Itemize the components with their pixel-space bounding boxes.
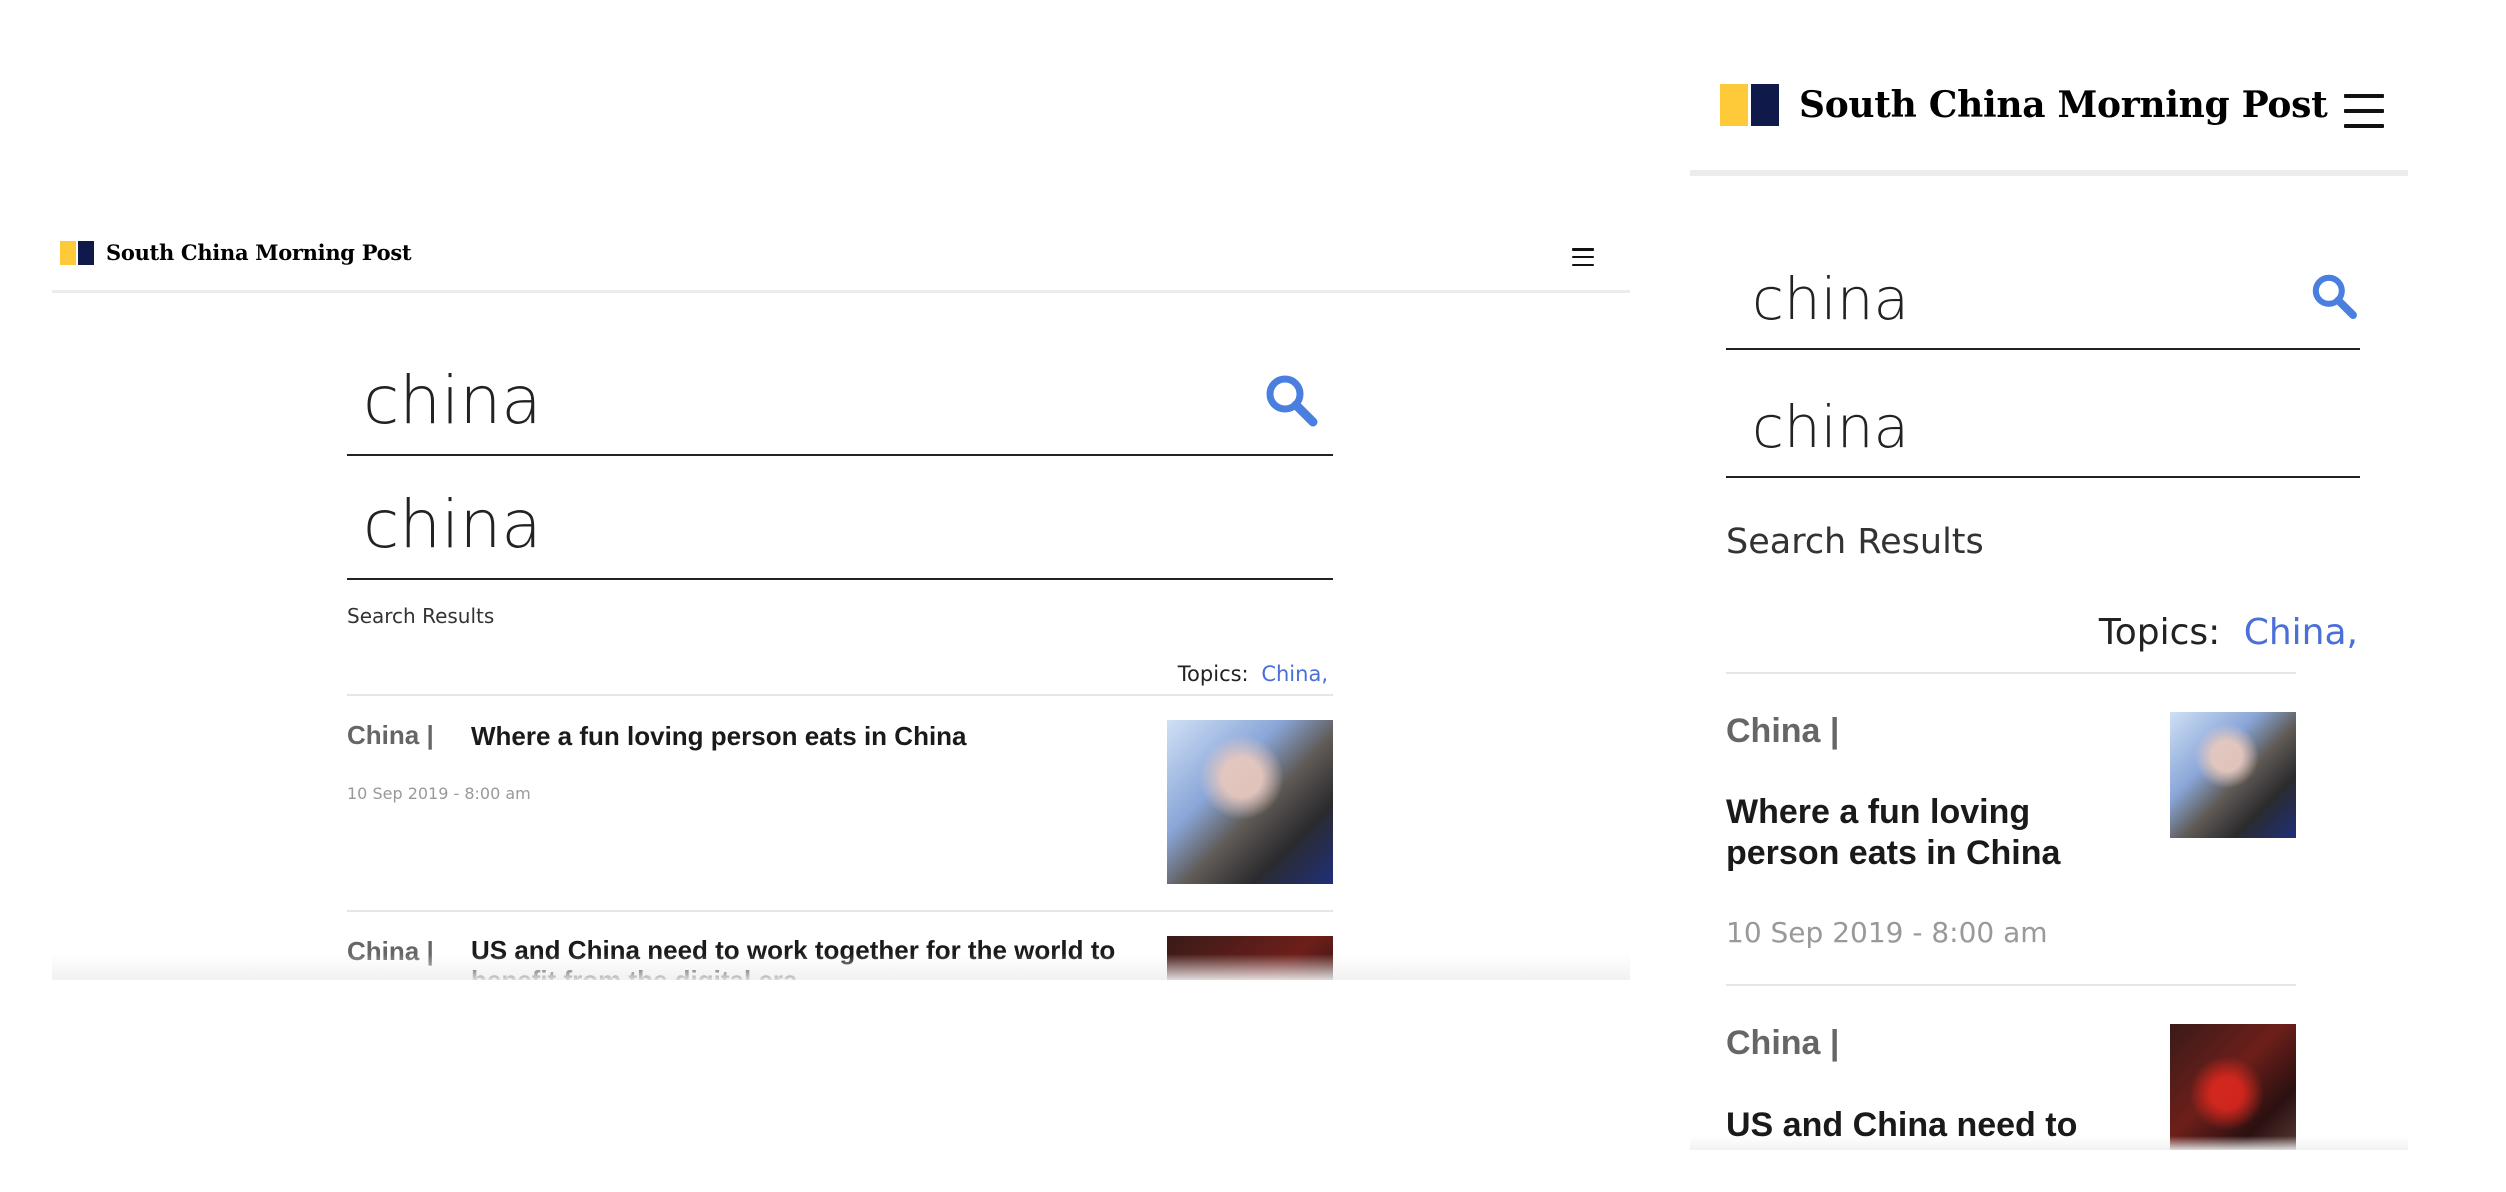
topics-divider: [347, 694, 1333, 696]
article-category[interactable]: China |: [1726, 712, 1839, 751]
topics-divider: [1726, 672, 2296, 674]
search-icon[interactable]: [1261, 370, 1321, 430]
article-date: 10 Sep 2019 - 8:00 am: [347, 784, 531, 803]
search-icon[interactable]: [2308, 270, 2360, 322]
site-logo[interactable]: South China Morning Post: [60, 240, 412, 265]
search-input[interactable]: [363, 366, 1243, 434]
article-thumbnail[interactable]: [2170, 1024, 2296, 1150]
secondary-search-input[interactable]: [1752, 394, 2332, 460]
article-category[interactable]: China |: [347, 720, 434, 751]
hamburger-menu-icon[interactable]: [2344, 94, 2384, 128]
brand-name: South China Morning Post: [1799, 84, 2328, 126]
topic-link-china[interactable]: China,: [2244, 612, 2358, 653]
article-item[interactable]: China | US and China need to work: [1726, 1024, 2296, 1150]
hamburger-menu-icon[interactable]: [1572, 248, 1594, 266]
mobile-view: South China Morning Post Search Results …: [1690, 56, 2408, 1150]
search-input[interactable]: [1752, 266, 2272, 332]
article-item[interactable]: China | Where a fun loving person eats i…: [347, 720, 1333, 886]
desktop-view: South China Morning Post Search Results …: [52, 218, 1630, 980]
site-header: South China Morning Post: [1690, 56, 2408, 176]
topic-link-china[interactable]: China,: [1261, 662, 1328, 686]
article-divider: [347, 910, 1333, 912]
site-logo[interactable]: South China Morning Post: [1720, 84, 2328, 126]
topics-row: Topics: China,: [2099, 612, 2358, 653]
search-results-label: Search Results: [1726, 522, 1984, 562]
secondary-search-field: [1726, 368, 2360, 478]
scroll-fade: [1690, 1136, 2408, 1150]
topics-row: Topics: China,: [1178, 662, 1328, 686]
secondary-search-input[interactable]: [363, 490, 1263, 558]
logo-yellow-square: [1720, 84, 1748, 126]
logo-yellow-square: [60, 240, 76, 265]
logo-navy-square: [78, 240, 94, 265]
article-title[interactable]: Where a fun loving person eats in China: [1726, 792, 2146, 874]
topics-label: Topics:: [2098, 612, 2221, 653]
article-date: 10 Sep 2019 - 8:00 am: [1726, 916, 2048, 949]
article-thumbnail[interactable]: [2170, 712, 2296, 838]
article-category[interactable]: China |: [1726, 1024, 1839, 1063]
article-item[interactable]: China | Where a fun loving person eats i…: [1726, 712, 2296, 1002]
article-thumbnail[interactable]: [1167, 720, 1333, 884]
secondary-search-field: [347, 470, 1333, 580]
search-results-label: Search Results: [347, 604, 495, 628]
article-title[interactable]: Where a fun loving person eats in China: [471, 720, 1131, 753]
brand-name: South China Morning Post: [106, 240, 412, 265]
article-divider: [1726, 984, 2296, 986]
scroll-fade: [52, 954, 1630, 980]
site-header: South China Morning Post: [52, 218, 1630, 293]
search-input-container: [1726, 240, 2360, 350]
search-input-container: [347, 346, 1333, 456]
logo-navy-square: [1751, 84, 1779, 126]
topics-label: Topics:: [1177, 662, 1249, 686]
